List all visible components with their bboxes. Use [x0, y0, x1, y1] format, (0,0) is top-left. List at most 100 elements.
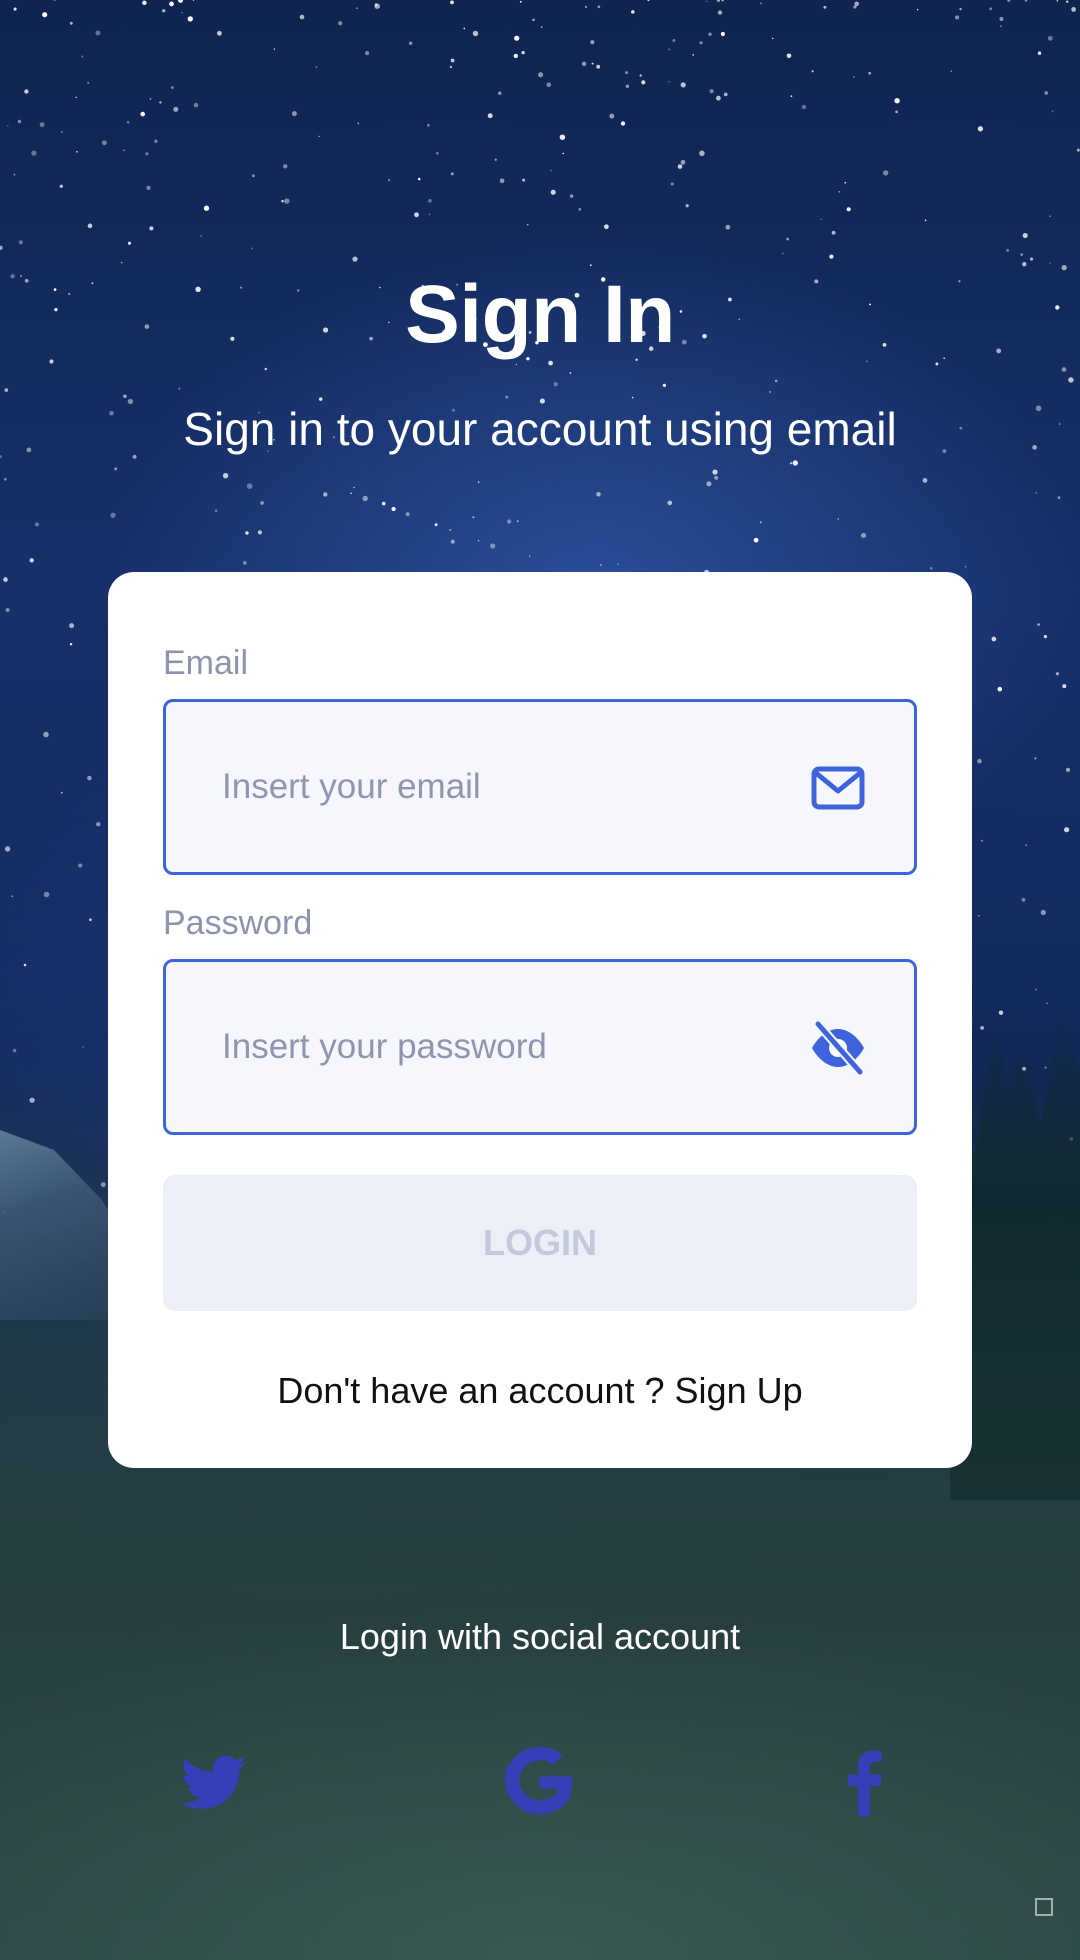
- sign-up-link[interactable]: Don't have an account ? Sign Up: [108, 1370, 972, 1412]
- star: [1035, 492, 1037, 494]
- star: [964, 566, 967, 568]
- star: [771, 37, 774, 40]
- star: [323, 492, 328, 497]
- star: [1049, 215, 1052, 218]
- star: [4, 388, 9, 392]
- star: [42, 12, 48, 18]
- star: [677, 164, 683, 169]
- star: [87, 81, 90, 84]
- star: [589, 264, 592, 267]
- star: [193, 102, 199, 108]
- star: [426, 123, 430, 127]
- star: [1021, 897, 1026, 902]
- star: [123, 149, 125, 152]
- star: [519, 0, 522, 3]
- eye-off-icon[interactable]: [810, 1020, 866, 1076]
- star: [251, 247, 254, 250]
- star: [829, 254, 834, 259]
- star: [81, 55, 84, 58]
- star: [1030, 257, 1034, 261]
- star: [1037, 51, 1042, 55]
- star: [214, 509, 218, 513]
- twitter-icon[interactable]: [178, 1746, 250, 1818]
- star: [434, 523, 438, 527]
- star: [102, 140, 107, 146]
- star: [935, 362, 939, 366]
- star: [123, 394, 127, 398]
- star: [154, 139, 158, 143]
- star: [449, 65, 453, 69]
- star: [200, 235, 202, 237]
- star: [1037, 623, 1040, 626]
- star: [417, 177, 421, 181]
- password-field[interactable]: Insert your password: [163, 959, 917, 1135]
- star: [246, 483, 253, 489]
- star: [178, 0, 183, 3]
- star: [181, 11, 183, 14]
- star: [75, 150, 78, 153]
- star: [596, 492, 601, 497]
- star: [146, 185, 151, 191]
- star: [641, 80, 646, 85]
- star: [69, 21, 73, 25]
- star: [1034, 988, 1037, 991]
- star: [299, 14, 305, 20]
- star: [315, 66, 318, 68]
- star: [801, 104, 807, 110]
- star: [760, 2, 762, 5]
- page-title: Sign In: [405, 269, 675, 360]
- star: [477, 481, 480, 483]
- star: [39, 122, 45, 128]
- star: [631, 10, 635, 14]
- star: [1061, 367, 1067, 372]
- email-field[interactable]: Insert your email: [163, 699, 917, 875]
- star: [977, 758, 982, 764]
- star: [273, 48, 276, 50]
- star: [1046, 1002, 1048, 1004]
- login-button[interactable]: LOGIN: [163, 1175, 917, 1311]
- star: [846, 207, 851, 212]
- star: [514, 35, 520, 41]
- star: [95, 30, 101, 36]
- star: [1022, 262, 1027, 267]
- star: [405, 512, 410, 517]
- star: [362, 495, 368, 502]
- star: [472, 30, 479, 37]
- star: [717, 10, 723, 15]
- star: [1065, 767, 1071, 773]
- star: [715, 95, 721, 101]
- star: [894, 98, 900, 104]
- star: [11, 895, 14, 898]
- star: [3, 577, 8, 582]
- star: [604, 224, 609, 230]
- star: [639, 74, 642, 77]
- google-icon[interactable]: [504, 1746, 576, 1818]
- star: [672, 39, 676, 42]
- star: [680, 159, 686, 165]
- overview-button[interactable]: [1035, 1898, 1053, 1916]
- star: [823, 5, 827, 9]
- star: [356, 7, 358, 9]
- facebook-icon[interactable]: [830, 1746, 902, 1818]
- star: [282, 164, 288, 169]
- star: [477, 539, 480, 542]
- star: [811, 70, 814, 73]
- star: [532, 18, 535, 22]
- star: [18, 240, 23, 245]
- star: [257, 530, 262, 535]
- star: [149, 98, 152, 100]
- star: [31, 150, 37, 156]
- star: [1043, 634, 1048, 639]
- star: [753, 537, 759, 543]
- star: [318, 397, 323, 401]
- star: [916, 9, 919, 11]
- star: [0, 245, 3, 250]
- star: [242, 560, 247, 565]
- star: [60, 791, 63, 794]
- star: [318, 135, 320, 138]
- star: [75, 96, 78, 99]
- star: [120, 261, 123, 264]
- star: [978, 915, 980, 917]
- star: [774, 379, 778, 383]
- star: [245, 531, 249, 535]
